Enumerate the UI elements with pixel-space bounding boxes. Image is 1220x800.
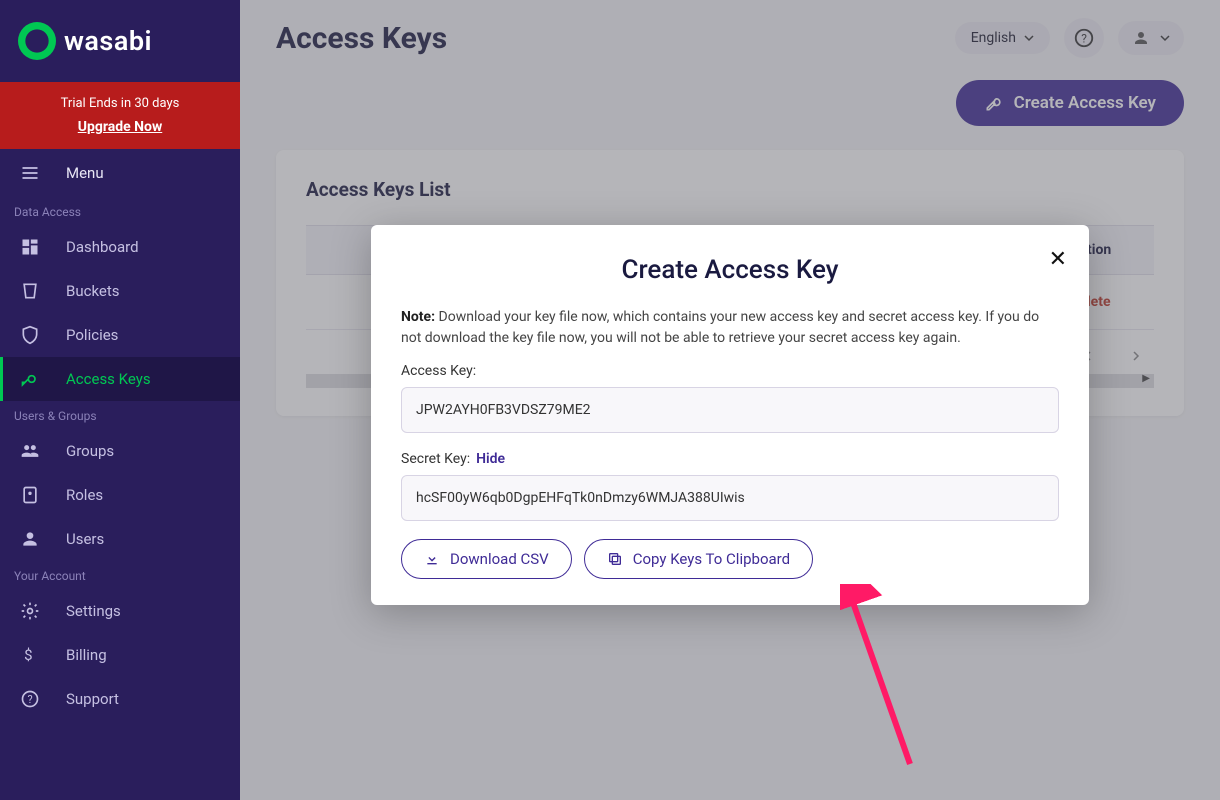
sidebar-item-users[interactable]: Users [0, 517, 240, 561]
close-icon: ✕ [1049, 247, 1067, 272]
sidebar-item-dashboard[interactable]: Dashboard [0, 225, 240, 269]
menu-toggle[interactable]: Menu [0, 149, 240, 197]
sidebar-item-label: Settings [66, 602, 121, 620]
download-label: Download CSV [450, 550, 549, 568]
sidebar-item-billing[interactable]: $ Billing [0, 633, 240, 677]
sidebar-item-label: Access Keys [66, 370, 151, 388]
badge-icon [20, 485, 40, 505]
sidebar-item-settings[interactable]: Settings [0, 589, 240, 633]
logo: wasabi [0, 0, 240, 82]
modal-actions: Download CSV Copy Keys To Clipboard [401, 539, 1059, 579]
hide-toggle[interactable]: Hide [476, 451, 505, 467]
sidebar-item-label: Support [66, 690, 119, 708]
groups-icon [20, 441, 40, 461]
svg-text:$: $ [24, 646, 32, 664]
section-users-groups: Users & Groups [0, 401, 240, 429]
sidebar-item-label: Policies [66, 326, 118, 344]
trial-banner: Trial Ends in 30 days Upgrade Now [0, 82, 240, 149]
gear-icon [20, 601, 40, 621]
bucket-icon [20, 281, 40, 301]
shield-icon [20, 325, 40, 345]
download-csv-button[interactable]: Download CSV [401, 539, 572, 579]
secret-key-value[interactable]: hcSF00yW6qb0DgpEHFqTk0nDmzy6WMJA388UIwis [401, 475, 1059, 521]
sidebar-item-label: Buckets [66, 282, 120, 300]
download-icon [424, 551, 440, 567]
modal-note: Note: Download your key file now, which … [401, 307, 1059, 349]
trial-text: Trial Ends in 30 days [0, 96, 240, 111]
sidebar-item-policies[interactable]: Policies [0, 313, 240, 357]
sidebar-item-label: Dashboard [66, 238, 139, 256]
section-your-account: Your Account [0, 561, 240, 589]
secret-key-label: Secret Key: Hide [401, 451, 1059, 467]
close-button[interactable]: ✕ [1049, 247, 1067, 272]
sidebar-item-label: Groups [66, 442, 114, 460]
sidebar-item-label: Users [66, 530, 104, 548]
key-icon [20, 369, 40, 389]
access-key-label: Access Key: [401, 363, 1059, 379]
sidebar-item-support[interactable]: ? Support [0, 677, 240, 721]
upgrade-link[interactable]: Upgrade Now [0, 119, 240, 135]
sidebar-item-label: Roles [66, 486, 103, 504]
user-icon [20, 529, 40, 549]
note-body: Download your key file now, which contai… [401, 309, 1039, 346]
sidebar-item-access-keys[interactable]: Access Keys [0, 357, 240, 401]
create-key-modal: Create Access Key ✕ Note: Download your … [371, 225, 1089, 605]
sidebar-item-groups[interactable]: Groups [0, 429, 240, 473]
logo-text: wasabi [64, 25, 152, 57]
copy-clipboard-button[interactable]: Copy Keys To Clipboard [584, 539, 813, 579]
help-icon: ? [20, 689, 40, 709]
sidebar: wasabi Trial Ends in 30 days Upgrade Now… [0, 0, 240, 800]
dashboard-icon [20, 237, 40, 257]
copy-icon [607, 551, 623, 567]
logo-icon [18, 22, 56, 60]
access-key-value[interactable]: JPW2AYH0FB3VDSZ79ME2 [401, 387, 1059, 433]
svg-text:?: ? [28, 693, 33, 706]
section-data-access: Data Access [0, 197, 240, 225]
note-label: Note: [401, 309, 435, 325]
hamburger-icon [20, 163, 40, 183]
sidebar-item-label: Billing [66, 646, 107, 664]
sidebar-item-roles[interactable]: Roles [0, 473, 240, 517]
dollar-icon: $ [20, 645, 40, 665]
sidebar-item-buckets[interactable]: Buckets [0, 269, 240, 313]
copy-label: Copy Keys To Clipboard [633, 550, 790, 568]
main: Access Keys English ? Create Access Key … [240, 0, 1220, 800]
menu-label: Menu [66, 164, 104, 182]
modal-title: Create Access Key [401, 255, 1059, 285]
